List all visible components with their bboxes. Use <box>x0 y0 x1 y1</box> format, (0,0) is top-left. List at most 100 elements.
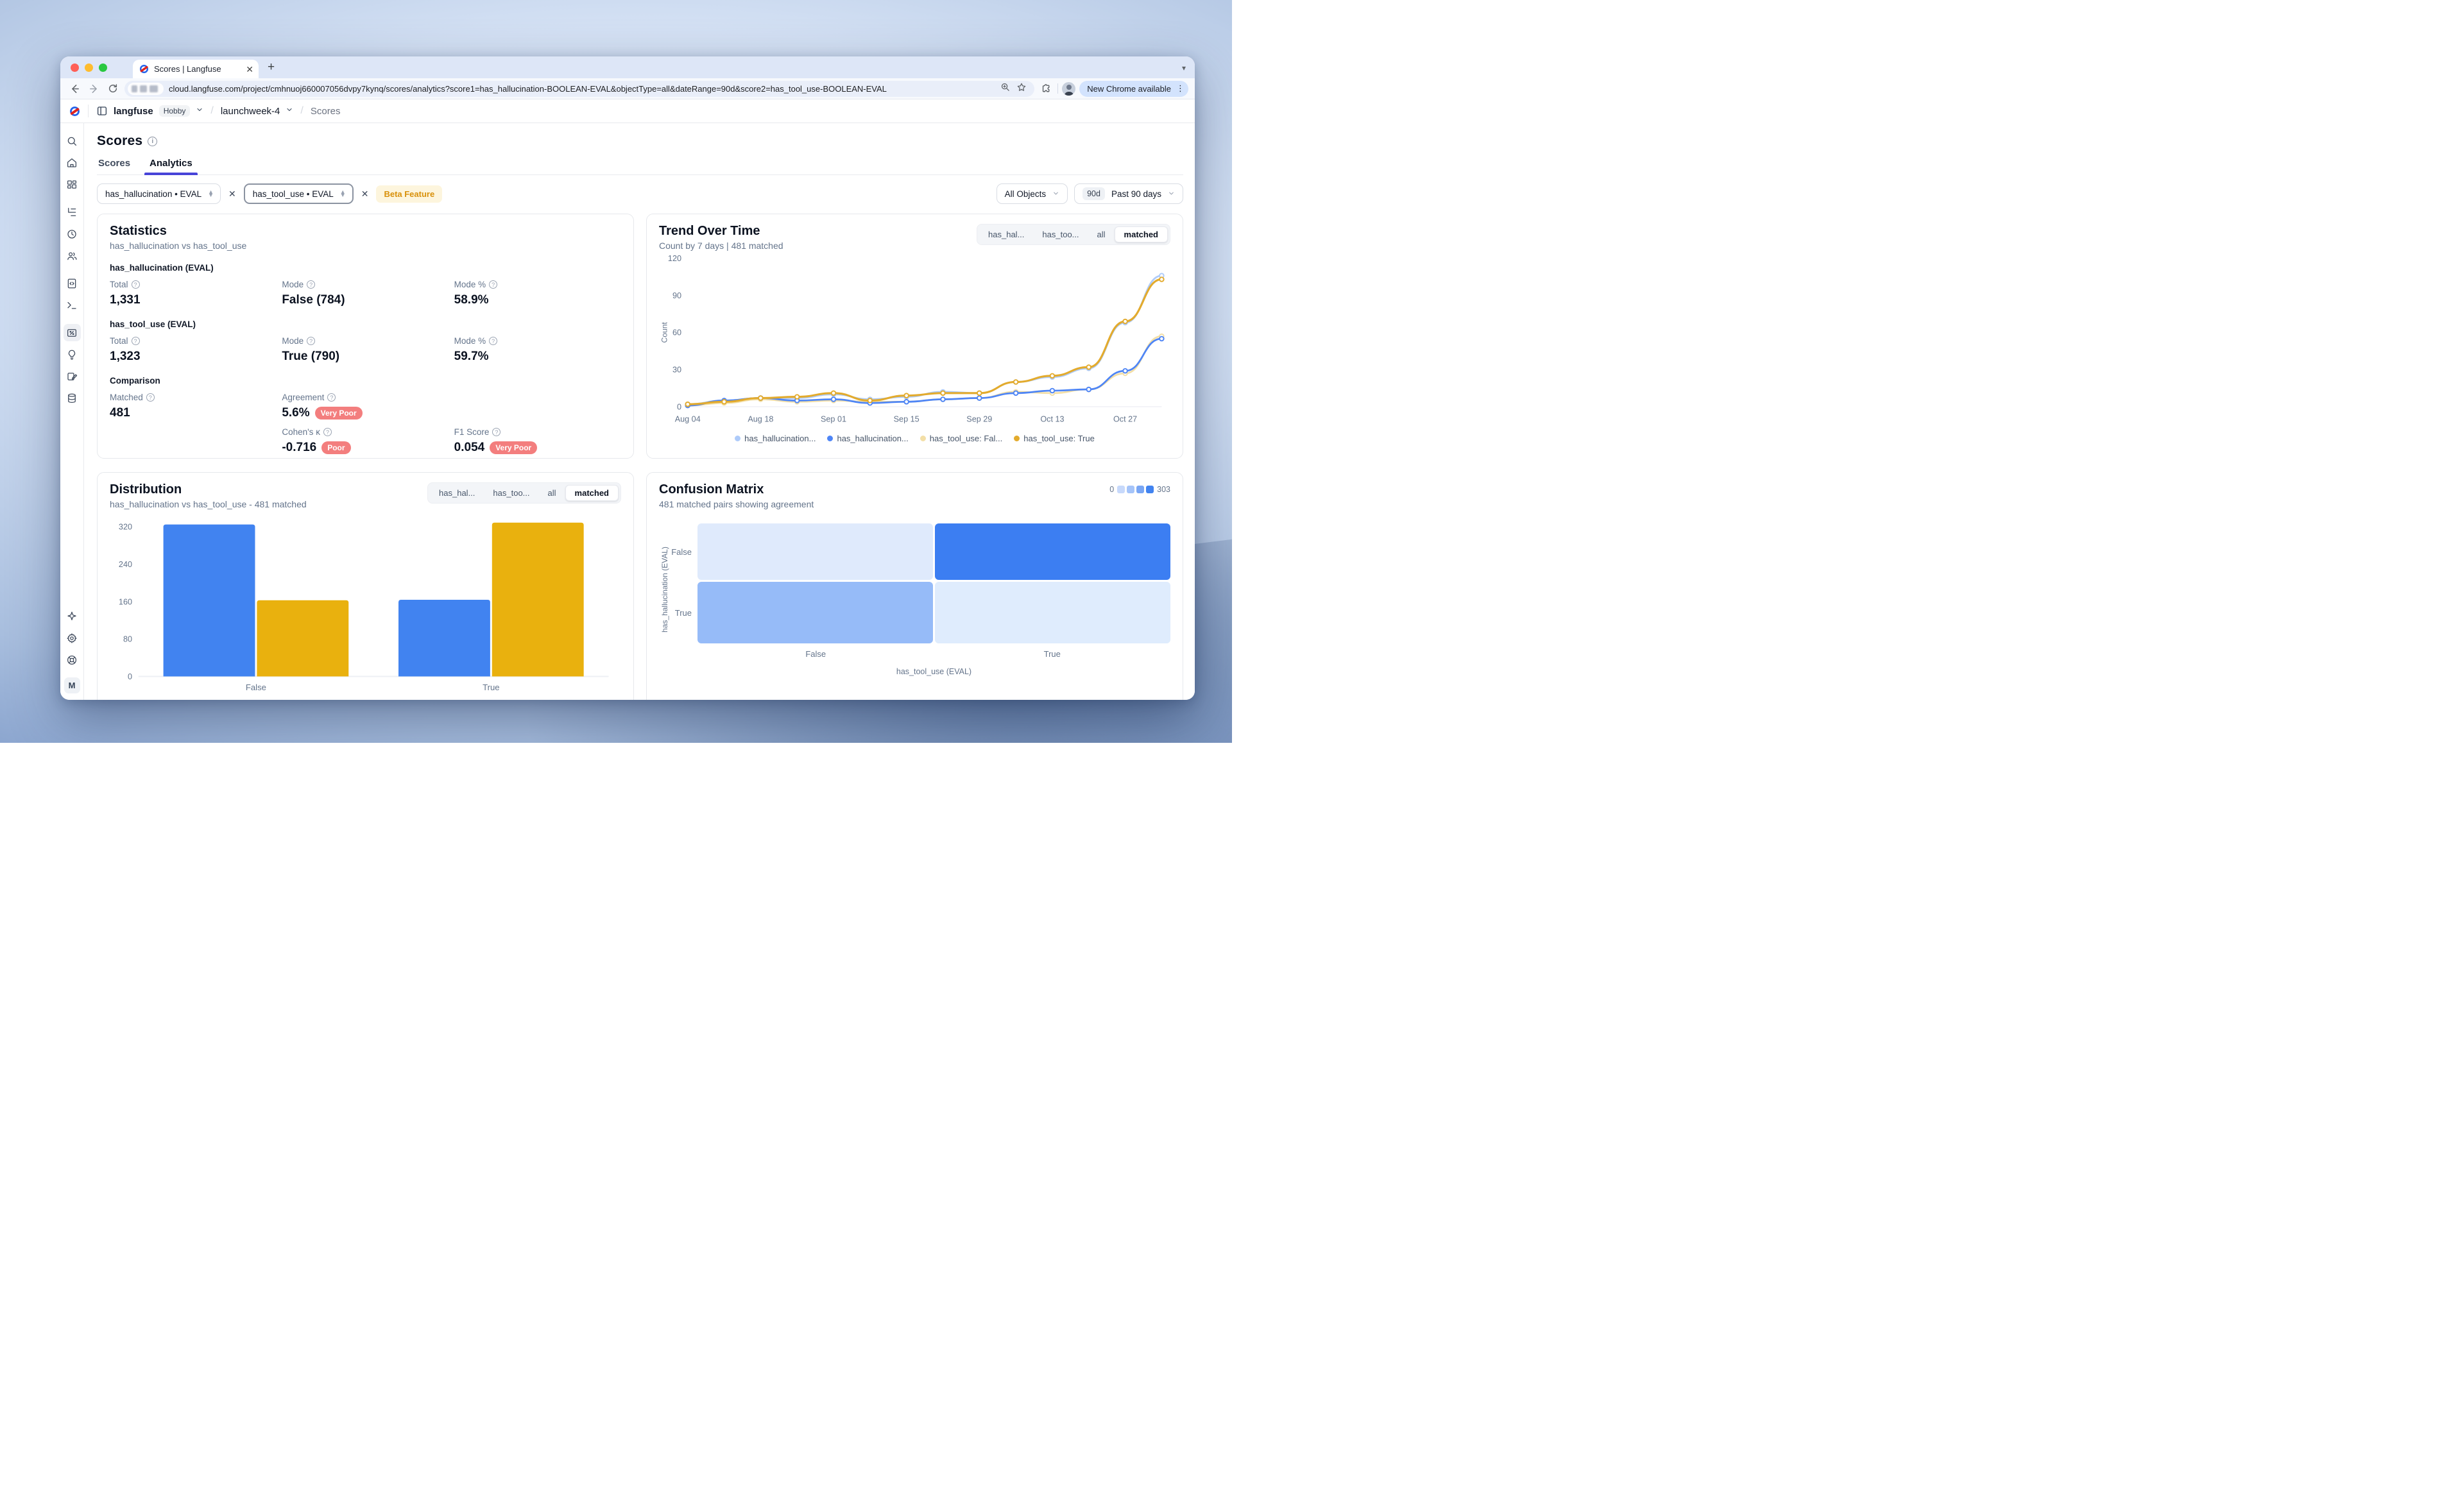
breadcrumb-org[interactable]: langfuse <box>114 106 153 117</box>
help-icon[interactable]: ? <box>489 337 497 345</box>
maximize-window-button[interactable] <box>99 64 107 72</box>
new-tab-button[interactable]: + <box>268 60 275 74</box>
help-icon[interactable]: ? <box>323 428 332 436</box>
browser-tabstrip: Scores | Langfuse ✕ + ▾ <box>60 56 1195 78</box>
close-window-button[interactable] <box>71 64 79 72</box>
sidebar-item-search-icon[interactable] <box>64 132 81 149</box>
trend-view-option-matched[interactable]: matched <box>1115 226 1168 242</box>
app-topbar: langfuse Hobby / launchweek-4 / Scores <box>60 99 1195 123</box>
date-range-select[interactable]: 90d Past 90 days <box>1074 183 1183 204</box>
sidebar-item-users-icon[interactable] <box>64 247 81 264</box>
extensions-puzzle-icon[interactable] <box>1038 81 1054 96</box>
distribution-view-option-matched[interactable]: matched <box>565 485 619 501</box>
profile-avatar[interactable] <box>1062 82 1075 96</box>
svg-text:Aug 18: Aug 18 <box>748 414 773 423</box>
sidebar-item-home-icon[interactable] <box>64 154 81 171</box>
matrix-col-label: True <box>934 649 1171 659</box>
help-icon[interactable]: ? <box>146 393 155 402</box>
langfuse-app: langfuse Hobby / launchweek-4 / Scores M… <box>60 99 1195 700</box>
sidebar-item-support-icon[interactable] <box>64 651 81 668</box>
help-icon[interactable]: ? <box>492 428 501 436</box>
forward-icon[interactable] <box>86 81 101 96</box>
sidebar-toggle-icon[interactable] <box>96 105 108 117</box>
color-scale-swatch <box>1117 486 1125 493</box>
object-type-select[interactable]: All Objects <box>997 183 1068 204</box>
new-chrome-available-button[interactable]: New Chrome available ⋮ <box>1079 81 1188 97</box>
confusion-y-axis-label: has_hallucination (EVAL) <box>660 541 669 638</box>
matrix-cell-false-true[interactable] <box>935 523 1170 580</box>
zoom-page-icon[interactable] <box>1000 82 1010 96</box>
distribution-view-option-hastoo[interactable]: has_too... <box>484 486 538 500</box>
help-icon[interactable]: ? <box>132 337 140 345</box>
sidebar-item-sessions-icon[interactable] <box>64 225 81 242</box>
sidebar-item-datasets-icon[interactable] <box>64 389 81 407</box>
distribution-view-option-hashal[interactable]: has_hal... <box>430 486 484 500</box>
remove-score1-button[interactable]: ✕ <box>227 189 237 199</box>
org-switcher-chevron-icon[interactable] <box>196 105 203 117</box>
help-icon[interactable]: ? <box>307 337 315 345</box>
sidebar-item-prompts-icon[interactable] <box>64 275 81 292</box>
matrix-cell-true-true[interactable] <box>935 582 1170 643</box>
color-scale-swatch <box>1136 486 1144 493</box>
sidebar-item-playground-icon[interactable] <box>64 296 81 314</box>
tab-analytics[interactable]: Analytics <box>148 158 194 174</box>
sidebar-item-llm-judge-icon[interactable] <box>64 346 81 363</box>
stats-section-heading: has_hallucination (EVAL) <box>110 263 621 273</box>
user-avatar[interactable]: M <box>64 677 80 693</box>
sidebar-item-dashboards-icon[interactable] <box>64 176 81 193</box>
trend-view-option-hastoo[interactable]: has_too... <box>1033 227 1088 242</box>
distribution-view-switch: has_hal...has_too...allmatched <box>427 482 621 504</box>
svg-text:Oct 13: Oct 13 <box>1040 414 1064 423</box>
help-icon[interactable]: ? <box>489 280 497 289</box>
sidebar-item-scores-icon[interactable] <box>64 324 81 341</box>
close-tab-icon[interactable]: ✕ <box>246 65 253 74</box>
stats-section-heading: Comparison <box>110 376 621 386</box>
project-switcher-chevron-icon[interactable] <box>286 105 293 117</box>
help-icon[interactable]: ? <box>327 393 336 402</box>
back-icon[interactable] <box>67 81 82 96</box>
matrix-cell-false-false[interactable] <box>697 523 933 580</box>
svg-text:240: 240 <box>119 560 132 569</box>
minimize-window-button[interactable] <box>85 64 93 72</box>
quality-badge: Very Poor <box>315 407 363 420</box>
breadcrumb-separator: / <box>300 105 303 117</box>
tab-scores[interactable]: Scores <box>97 158 132 174</box>
distribution-subtitle: has_hallucination vs has_tool_use - 481 … <box>110 499 307 509</box>
plan-badge: Hobby <box>159 105 191 117</box>
score1-select[interactable]: has_hallucination • EVAL ▲▼ <box>97 183 221 204</box>
score2-select[interactable]: has_tool_use • EVAL ▲▼ <box>244 183 354 204</box>
sidebar-item-annotation-icon[interactable] <box>64 368 81 385</box>
quality-badge: Very Poor <box>490 441 537 454</box>
select-updown-icon: ▲▼ <box>208 191 214 197</box>
svg-text:Aug 04: Aug 04 <box>675 414 701 423</box>
distribution-card: Distribution has_hallucination vs has_to… <box>97 472 634 700</box>
trend-view-option-hashal[interactable]: has_hal... <box>979 227 1033 242</box>
bookmark-star-icon[interactable] <box>1016 82 1027 96</box>
remove-score2-button[interactable]: ✕ <box>360 189 370 199</box>
page-info-icon[interactable]: i <box>148 137 157 146</box>
sidebar-item-tracing-icon[interactable] <box>64 203 81 221</box>
sidebar-item-settings-icon[interactable] <box>64 629 81 647</box>
reload-icon[interactable] <box>105 81 121 96</box>
breadcrumb-project[interactable]: launchweek-4 <box>221 106 280 117</box>
trend-card: Trend Over Time Count by 7 days | 481 ma… <box>646 214 1183 459</box>
help-icon[interactable]: ? <box>132 280 140 289</box>
page-title: Scores <box>97 133 142 149</box>
browser-toolbar: cloud.langfuse.com/project/cmhnuoj660007… <box>60 78 1195 99</box>
matrix-cell-true-false[interactable] <box>697 582 933 643</box>
svg-text:90: 90 <box>672 291 681 300</box>
url-bar[interactable]: cloud.langfuse.com/project/cmhnuoj660007… <box>124 81 1034 97</box>
metric-mode: Mode?True (790) <box>282 336 449 364</box>
site-permissions-chip[interactable] <box>128 83 164 95</box>
trend-view-option-all[interactable]: all <box>1088 227 1115 242</box>
tab-overview-chevron-icon[interactable]: ▾ <box>1182 64 1186 72</box>
distribution-view-option-all[interactable]: all <box>539 486 565 500</box>
metric-agreement: Agreement?5.6%Very Poor <box>282 393 449 420</box>
trend-view-switch: has_hal...has_too...allmatched <box>977 224 1170 245</box>
trend-legend: has_hallucination...has_hallucination...… <box>659 434 1170 443</box>
chrome-menu-icon[interactable]: ⋮ <box>1176 87 1185 90</box>
sidebar-item-whats-new-icon[interactable] <box>64 607 81 625</box>
desktop-background: Scores | Langfuse ✕ + ▾ cloud.langfuse.c… <box>0 0 1232 743</box>
help-icon[interactable]: ? <box>307 280 315 289</box>
browser-tab[interactable]: Scores | Langfuse ✕ <box>133 60 259 78</box>
